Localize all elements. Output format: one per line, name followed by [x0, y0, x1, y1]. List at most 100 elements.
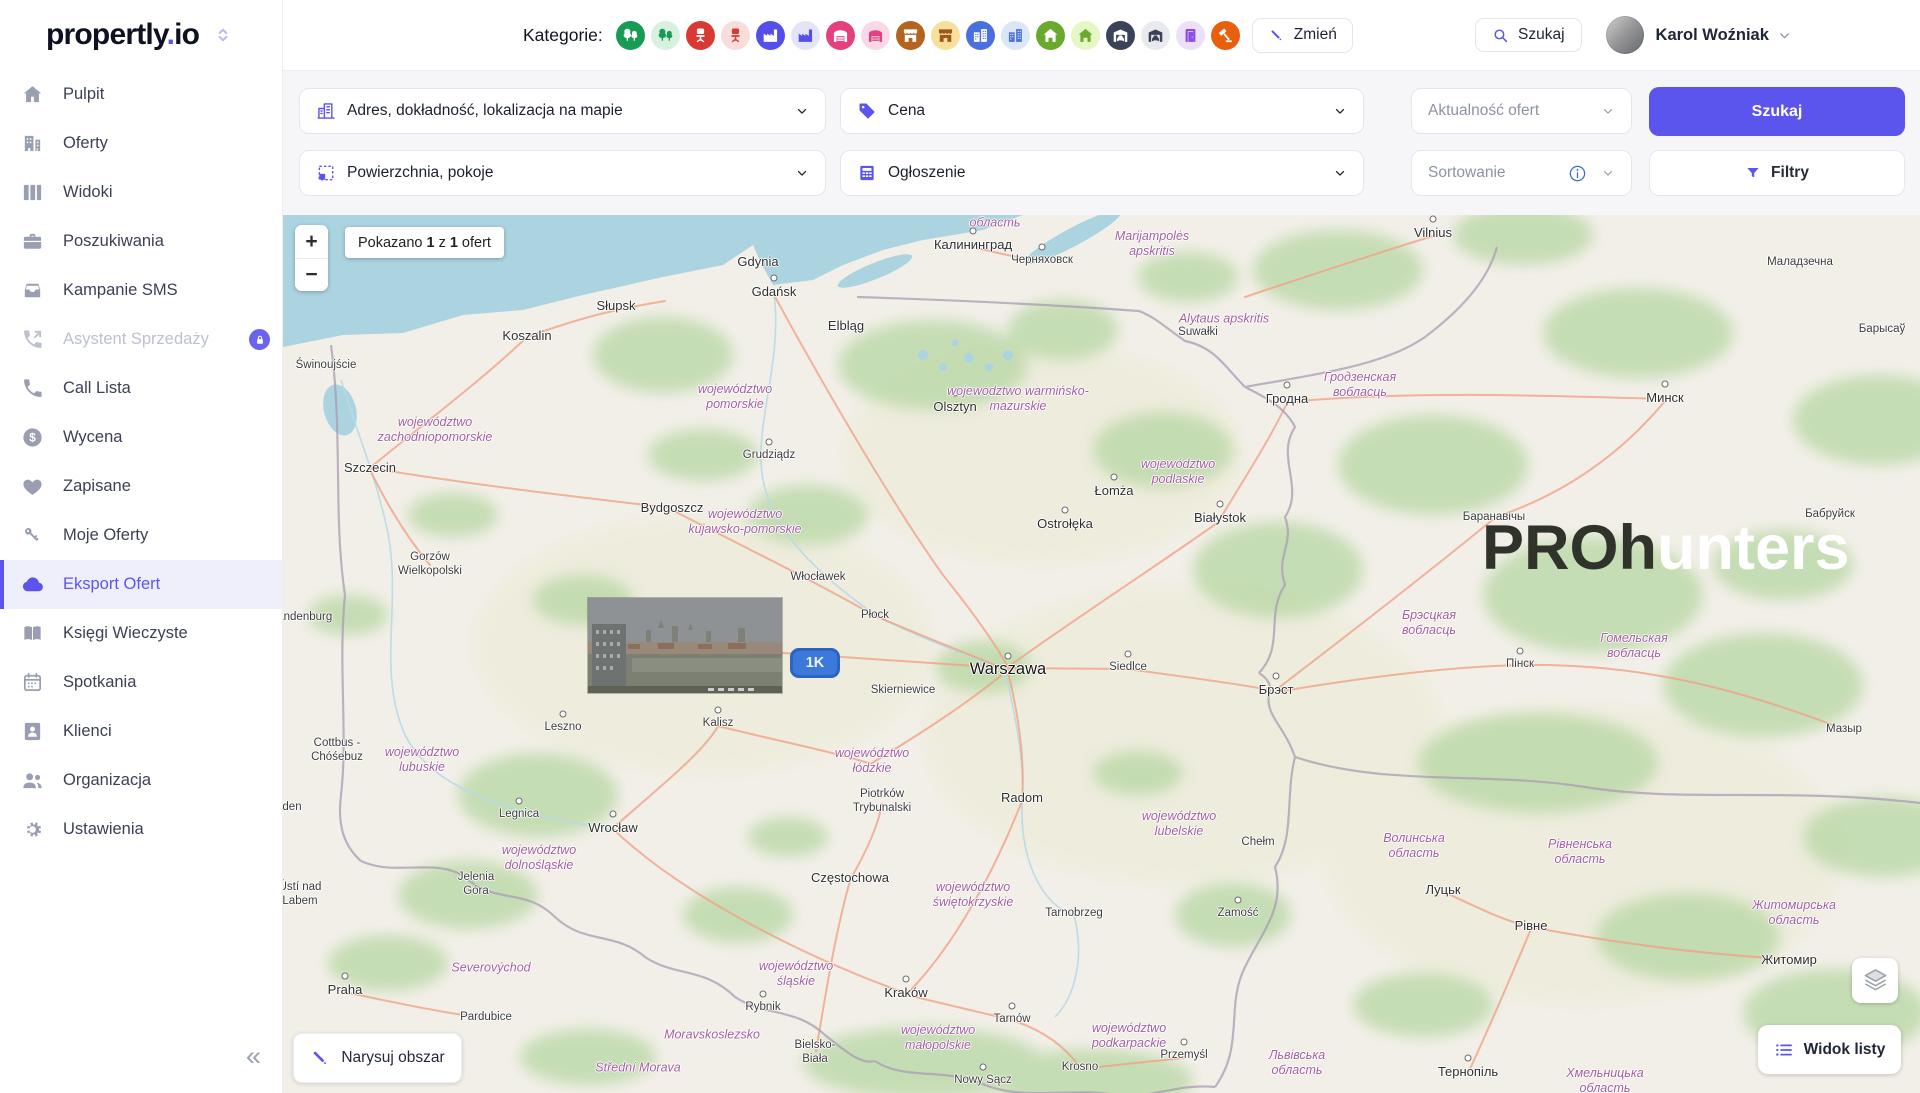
user-name[interactable]: Karol Woźniak: [1656, 26, 1769, 45]
sidebar-item-label: Wycena: [63, 428, 122, 447]
chevron-updown-icon[interactable]: [214, 26, 232, 44]
filters-button[interactable]: Filtry: [1649, 150, 1905, 196]
map-cluster-marker[interactable]: 1K: [790, 648, 840, 678]
sidebar-item-asystent-sprzedazy[interactable]: Asystent Sprzedaży: [0, 315, 282, 364]
gavel-solid-icon[interactable]: [1211, 21, 1240, 50]
apply-search-button[interactable]: Szukaj: [1649, 87, 1905, 136]
filter-price-dropdown[interactable]: Cena: [840, 88, 1364, 134]
sidebar-item-eksport-ofert[interactable]: Eksport Ofert: [0, 560, 282, 609]
sidebar-item-label: Widoki: [63, 183, 113, 202]
user-area: Szukaj Karol Woźniak: [1475, 0, 1792, 70]
offer-photo-thumbnail[interactable]: [588, 598, 782, 693]
sidebar-nav: Pulpit Oferty Widoki Poszukiwania Kampanie S…: [0, 70, 282, 854]
funnel-icon: [1745, 165, 1761, 181]
sidebar-item-label: Poszukiwania: [63, 232, 164, 251]
city-buildings-icon: [316, 101, 336, 121]
calendar-icon: [21, 671, 44, 694]
chair-solid-icon[interactable]: [686, 21, 715, 50]
sidebar-item-oferty[interactable]: Oferty: [0, 119, 282, 168]
filter-area-rooms-label: Powierzchnia, pokoje: [347, 164, 784, 182]
gear-icon: [21, 818, 44, 841]
dollar-icon: $: [21, 426, 44, 449]
logo[interactable]: propertly.io: [0, 0, 282, 70]
chevron-down-icon: [1601, 104, 1615, 118]
sidebar-item-ustawienia[interactable]: Ustawienia: [0, 805, 282, 854]
top-bar: Kategorie: Zmień Szukaj Karol Woźniak: [283, 0, 1920, 71]
list-view-button[interactable]: Widok listy: [1758, 1025, 1901, 1074]
list-icon: [1774, 1040, 1794, 1060]
draw-area-button[interactable]: Narysuj obszar: [293, 1033, 462, 1083]
home-icon: [21, 83, 44, 106]
house-solid-icon[interactable]: [1036, 21, 1065, 50]
sidebar-item-poszukiwania[interactable]: Poszukiwania: [0, 217, 282, 266]
trees-light-icon[interactable]: [651, 21, 680, 50]
price-tag-icon: [857, 101, 877, 121]
map[interactable]: ŚwinoujścieSzczecinKoszalinSłupskGdyniaG…: [283, 215, 1920, 1093]
map-background: [283, 215, 1920, 1093]
sidebar-item-ksiegi-wieczyste[interactable]: Księgi Wieczyste: [0, 609, 282, 658]
filter-address-dropdown[interactable]: Adres, dokładność, lokalizacja na mapie: [299, 88, 826, 134]
sidebar-item-organizacja[interactable]: Organizacja: [0, 756, 282, 805]
filter-price-label: Cena: [888, 102, 1322, 120]
briefcase-icon: [21, 230, 44, 253]
sidebar-item-wycena[interactable]: $ Wycena: [0, 413, 282, 462]
sidebar-item-spotkania[interactable]: Spotkania: [0, 658, 282, 707]
sidebar-item-zapisane[interactable]: Zapisane: [0, 462, 282, 511]
trees-solid-icon[interactable]: [616, 21, 645, 50]
inbox-icon: [21, 279, 44, 302]
sidebar-item-widoki[interactable]: Widoki: [0, 168, 282, 217]
filter-area-rooms-dropdown[interactable]: Powierzchnia, pokoje: [299, 150, 826, 196]
users-icon: [21, 769, 44, 792]
filter-sorting-label: Sortowanie: [1428, 164, 1557, 182]
change-categories-button[interactable]: Zmień: [1252, 18, 1353, 53]
filter-freshness-label: Aktualność ofert: [1428, 102, 1590, 120]
book-icon: [21, 622, 44, 645]
filter-sorting-dropdown[interactable]: Sortowanie: [1411, 150, 1632, 196]
filter-freshness-dropdown[interactable]: Aktualność ofert: [1411, 88, 1632, 134]
change-button-label: Zmień: [1294, 26, 1337, 44]
avatar[interactable]: [1606, 16, 1644, 54]
collapse-sidebar-button[interactable]: «: [240, 1042, 267, 1071]
warehouse-solid-icon[interactable]: [826, 21, 855, 50]
logo-dot: .: [167, 18, 175, 51]
factory-light-icon[interactable]: [791, 21, 820, 50]
filter-listing-dropdown[interactable]: Ogłoszenie: [840, 150, 1364, 196]
sidebar-item-label: Pulpit: [63, 85, 104, 104]
chevron-down-icon[interactable]: [1777, 28, 1792, 43]
search-button[interactable]: Szukaj: [1475, 18, 1582, 52]
category-icons: [616, 21, 1240, 50]
sidebar-item-moje-oferty[interactable]: Moje Oferty: [0, 511, 282, 560]
sidebar-item-label: Zapisane: [63, 477, 131, 496]
svg-text:$: $: [29, 431, 36, 445]
sidebar-item-pulpit[interactable]: Pulpit: [0, 70, 282, 119]
apartment-solid-icon[interactable]: [966, 21, 995, 50]
chair-light-icon[interactable]: [721, 21, 750, 50]
sidebar-item-kampanie-sms[interactable]: Kampanie SMS: [0, 266, 282, 315]
pencil-icon: [310, 1048, 330, 1068]
sidebar-item-call-lista[interactable]: Call Lista: [0, 364, 282, 413]
kiosk-solid-icon[interactable]: [896, 21, 925, 50]
zoom-out-button[interactable]: −: [295, 258, 328, 291]
sidebar-item-label: Klienci: [63, 722, 112, 741]
map-layers-button[interactable]: [1852, 958, 1898, 1003]
results-count-badge: Pokazano 1 z 1 ofert: [345, 227, 504, 258]
filter-listing-label: Ogłoszenie: [888, 164, 1322, 182]
sidebar-item-label: Eksport Ofert: [63, 575, 160, 594]
layers-icon: [1862, 966, 1889, 996]
kiosk-light-icon[interactable]: [931, 21, 960, 50]
warehouse-light-icon[interactable]: [861, 21, 890, 50]
sidebar-item-klienci[interactable]: Klienci: [0, 707, 282, 756]
search-icon: [1492, 27, 1509, 44]
cloud-icon: [21, 573, 44, 596]
door-light-icon[interactable]: [1176, 21, 1205, 50]
garage-solid-icon[interactable]: [1106, 21, 1135, 50]
apartment-light-icon[interactable]: [1001, 21, 1030, 50]
garage-light-icon[interactable]: [1141, 21, 1170, 50]
sidebar-item-label: Call Lista: [63, 379, 131, 398]
sidebar-item-label: Kampanie SMS: [63, 281, 178, 300]
house-light-icon[interactable]: [1071, 21, 1100, 50]
heart-icon: [21, 475, 44, 498]
zoom-in-button[interactable]: +: [295, 225, 328, 258]
listing-newspaper-icon: [857, 163, 877, 183]
factory-solid-icon[interactable]: [756, 21, 785, 50]
